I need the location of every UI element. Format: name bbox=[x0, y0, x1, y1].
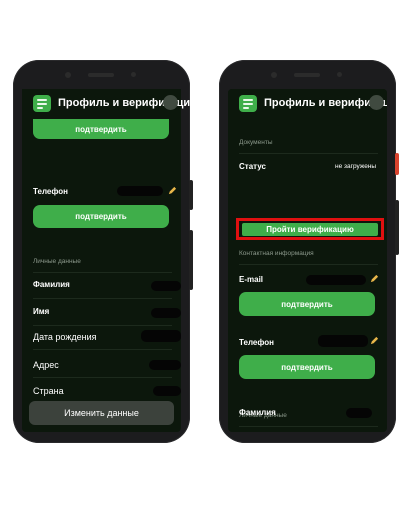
front-camera bbox=[65, 72, 71, 78]
divider bbox=[33, 272, 172, 273]
divider bbox=[239, 426, 378, 427]
phone-label: Телефон bbox=[239, 338, 274, 347]
earpiece-speaker bbox=[294, 73, 320, 77]
power-button bbox=[395, 153, 399, 175]
divider bbox=[33, 298, 172, 299]
address-value-hidden bbox=[149, 360, 181, 370]
edit-data-button[interactable]: Изменить данные bbox=[29, 401, 174, 425]
pencil-icon[interactable] bbox=[370, 274, 379, 283]
name-value-hidden bbox=[151, 308, 181, 318]
menu-icon[interactable] bbox=[33, 95, 51, 112]
email-label: E-mail bbox=[239, 275, 264, 284]
pencil-icon[interactable] bbox=[168, 186, 177, 195]
address-label: Адрес bbox=[33, 360, 59, 370]
country-value-hidden bbox=[153, 386, 181, 396]
confirm-email-button[interactable]: подтвердить bbox=[239, 292, 375, 316]
status-value: не загружены bbox=[335, 163, 377, 170]
country-label: Страна bbox=[33, 386, 64, 396]
surname-label: Фамилия bbox=[33, 280, 70, 289]
contact-section-title: Контактная информация bbox=[239, 250, 314, 257]
birthdate-label: Дата рождения bbox=[33, 332, 97, 342]
pencil-icon[interactable] bbox=[370, 336, 379, 345]
documents-section-title: Документы bbox=[239, 139, 273, 146]
right-screen: Профиль и верификация Документы Статус н… bbox=[228, 89, 387, 432]
email-value-hidden bbox=[306, 275, 366, 285]
power-button bbox=[189, 180, 193, 210]
avatar-circle-icon[interactable] bbox=[163, 95, 178, 110]
name-label: Имя bbox=[33, 307, 50, 316]
phone-value-hidden bbox=[318, 335, 368, 347]
confirm-phone-button[interactable]: подтвердить bbox=[239, 355, 375, 379]
menu-icon[interactable] bbox=[239, 95, 257, 112]
phone-value-hidden bbox=[117, 186, 163, 196]
right-phone: Профиль и верификация Документы Статус н… bbox=[219, 60, 399, 443]
status-label: Статус bbox=[239, 162, 266, 171]
surname-label: Фамилия bbox=[239, 408, 276, 417]
app-header-bar: Профиль и верификация bbox=[228, 89, 387, 117]
front-camera bbox=[271, 72, 277, 78]
confirm-phone-button[interactable]: подтвердить bbox=[33, 205, 169, 228]
confirm-email-button-top[interactable]: подтвердить bbox=[33, 119, 169, 139]
divider bbox=[33, 377, 172, 378]
verify-button[interactable]: Пройти верификацию bbox=[242, 223, 378, 236]
proximity-sensor bbox=[131, 72, 136, 77]
app-header-bar: Профиль и верификация bbox=[22, 89, 197, 119]
left-phone: подтвердить Телефон подтвердить Личные д… bbox=[13, 60, 197, 443]
proximity-sensor bbox=[337, 72, 342, 77]
left-screen: подтвердить Телефон подтвердить Личные д… bbox=[22, 89, 181, 432]
personal-data-section-title: Личные данные bbox=[33, 258, 81, 265]
divider bbox=[33, 349, 172, 350]
surname-value-hidden bbox=[151, 281, 181, 291]
divider bbox=[239, 264, 378, 265]
earpiece-speaker bbox=[88, 73, 114, 77]
divider bbox=[33, 325, 172, 326]
birthdate-value-hidden bbox=[141, 330, 181, 342]
surname-value-hidden bbox=[346, 408, 372, 418]
phone-label: Телефон bbox=[33, 187, 68, 196]
avatar-circle-icon[interactable] bbox=[369, 95, 384, 110]
volume-button bbox=[395, 200, 399, 255]
volume-button bbox=[189, 230, 193, 290]
divider bbox=[239, 153, 378, 154]
